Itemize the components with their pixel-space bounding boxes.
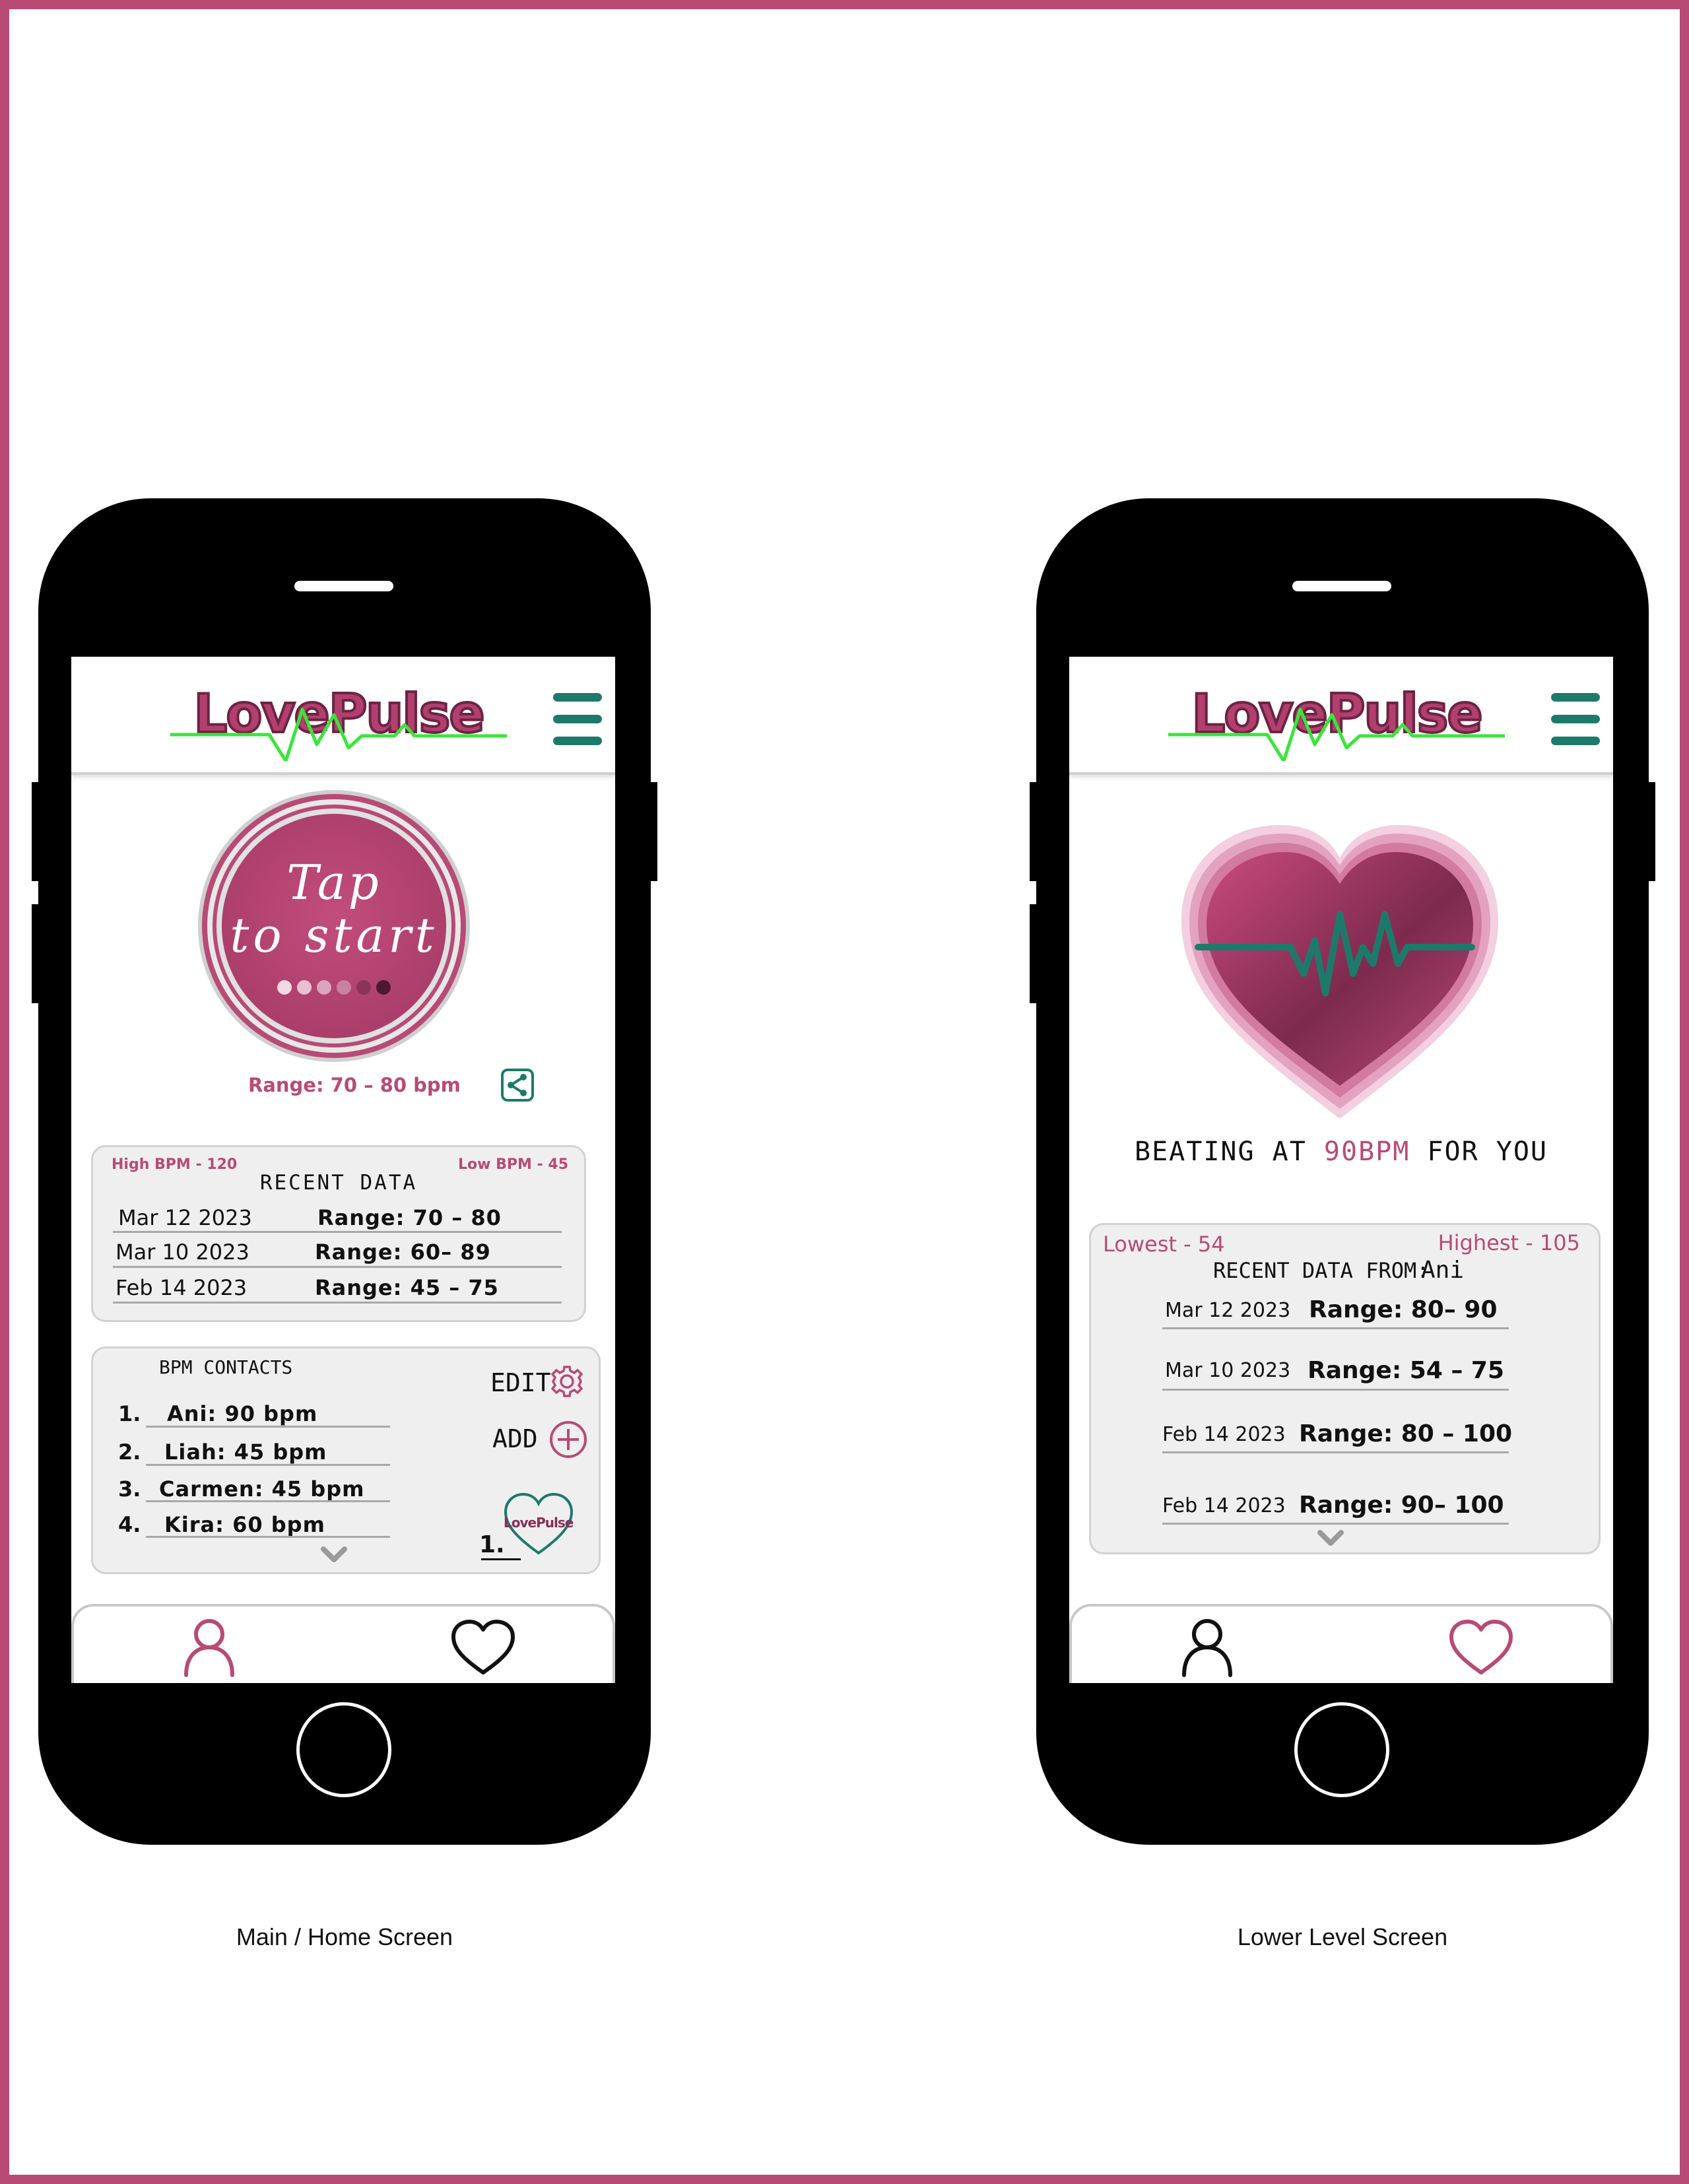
badge-logo-text: LovePulse [504, 1515, 574, 1531]
recent-row-range: Range: 80 – 100 [1299, 1420, 1513, 1447]
pulse-line-icon [1168, 708, 1505, 761]
recent-data-panel: High BPM - 120 Low BPM - 45 RECENT DATA … [91, 1145, 586, 1322]
edit-label[interactable]: EDIT [490, 1368, 551, 1397]
heartbeat-heart-icon [1181, 825, 1498, 1119]
row-divider [146, 1426, 390, 1428]
beating-prefix: BEATING AT [1135, 1137, 1324, 1167]
row-divider [1162, 1451, 1509, 1453]
bottom-nav [1069, 1604, 1613, 1683]
phone-speaker [1292, 581, 1391, 591]
bpm-contacts-panel: BPM CONTACTS 1. Ani: 90 bpm 2. Liah: 45 … [91, 1346, 601, 1574]
row-divider [1162, 1523, 1509, 1525]
row-divider [113, 1302, 562, 1304]
recent-row-range: Range: 54 – 75 [1308, 1357, 1505, 1384]
contact-number: 1. [118, 1401, 141, 1426]
heart-icon[interactable] [1448, 1618, 1514, 1678]
phone-volume-up [1030, 782, 1036, 881]
chevron-down-icon[interactable] [320, 1545, 348, 1565]
phone-volume-down [1030, 904, 1036, 1003]
add-label[interactable]: ADD [492, 1424, 538, 1453]
profile-icon[interactable] [1177, 1616, 1237, 1678]
phone-volume-up [32, 782, 38, 881]
hamburger-menu-icon[interactable] [553, 693, 602, 746]
recent-row-date: Mar 10 2023 [116, 1240, 249, 1265]
gear-icon[interactable] [548, 1363, 585, 1400]
badge-underline [481, 1558, 521, 1560]
row-divider [146, 1464, 390, 1466]
lowest-label: Lowest - 54 [1103, 1232, 1225, 1257]
phone-home-button[interactable] [1294, 1702, 1389, 1797]
phone-volume-down [32, 904, 38, 1003]
share-icon[interactable] [500, 1068, 535, 1102]
profile-icon[interactable] [180, 1616, 239, 1678]
tap-label-line1: Tap [286, 855, 381, 910]
recent-row-date: Feb 14 2023 [1162, 1423, 1286, 1446]
highest-label: Highest - 105 [1438, 1230, 1580, 1255]
recent-row-range: Range: 70 – 80 [317, 1205, 502, 1230]
recent-row-date: Mar 12 2023 [118, 1205, 252, 1230]
app-logo[interactable]: LovePulse [1168, 675, 1505, 761]
contact-item[interactable]: Liah: 45 bpm [164, 1439, 327, 1465]
recent-data-panel: Lowest - 54 Highest - 105 RECENT DATA FR… [1089, 1223, 1601, 1554]
recent-data-title: RECENT DATA [259, 1171, 418, 1195]
home-screen: LovePulse Tap to start Range: 70 – 80 bp… [71, 657, 615, 1683]
range-label: Range: 70 – 80 bpm [248, 1074, 461, 1096]
recent-row-date: Mar 12 2023 [1165, 1299, 1291, 1322]
row-divider [1162, 1327, 1509, 1329]
recent-row-range: Range: 80– 90 [1309, 1296, 1498, 1323]
phone-detail: LovePulse BEATING AT 90BPM FOR YOU Lowes… [1030, 498, 1655, 1845]
phone-home: LovePulse Tap to start Range: 70 – 80 bp… [32, 498, 657, 1845]
recent-data-from-title: RECENT DATA FROM: [1213, 1258, 1430, 1283]
chevron-down-icon[interactable] [1317, 1529, 1344, 1548]
caption-home: Main / Home Screen [236, 1923, 453, 1950]
caption-detail: Lower Level Screen [1237, 1923, 1448, 1950]
contact-number: 2. [118, 1439, 141, 1465]
detail-screen: LovePulse BEATING AT 90BPM FOR YOU Lowes… [1069, 657, 1613, 1683]
contact-item[interactable]: Kira: 60 bpm [164, 1512, 325, 1537]
beating-suffix: FOR YOU [1410, 1137, 1548, 1167]
contact-number: 3. [118, 1476, 141, 1502]
recent-data-contact-name: Ani [1421, 1257, 1465, 1284]
loading-dots [277, 980, 391, 995]
phone-speaker [294, 581, 393, 591]
recent-row-range: Range: 60– 89 [315, 1240, 491, 1265]
contact-item[interactable]: Ani: 90 bpm [167, 1401, 317, 1426]
contact-number: 4. [118, 1512, 141, 1537]
row-divider [113, 1231, 562, 1233]
row-divider [1162, 1389, 1509, 1391]
row-divider [113, 1266, 562, 1268]
beating-bpm-value: 90BPM [1323, 1137, 1410, 1167]
contact-item[interactable]: Carmen: 45 bpm [159, 1476, 364, 1502]
recent-row-date: Mar 10 2023 [1165, 1359, 1291, 1382]
add-circle-icon[interactable] [548, 1420, 588, 1459]
pulse-line-icon [170, 708, 507, 761]
tap-label-line2: to start [230, 908, 438, 963]
contacts-title: BPM CONTACTS [159, 1356, 293, 1378]
recent-row-date: Feb 14 2023 [116, 1275, 248, 1300]
recent-row-range: Range: 90– 100 [1299, 1492, 1504, 1519]
phone-power-button [651, 782, 657, 881]
heart-icon[interactable] [450, 1618, 516, 1678]
bottom-nav [71, 1604, 615, 1683]
phone-power-button [1649, 782, 1655, 881]
phone-home-button[interactable] [296, 1702, 391, 1797]
beating-status: BEATING AT 90BPM FOR YOU [1069, 1137, 1613, 1167]
app-logo[interactable]: LovePulse [170, 675, 507, 761]
app-header: LovePulse [1069, 657, 1613, 775]
hamburger-menu-icon[interactable] [1551, 693, 1600, 746]
badge-number: 1. [479, 1531, 505, 1558]
recent-row-date: Feb 14 2023 [1162, 1494, 1286, 1517]
recent-row-range: Range: 45 – 75 [315, 1275, 499, 1300]
row-divider [146, 1536, 390, 1538]
app-header: LovePulse [71, 657, 615, 775]
row-divider [146, 1500, 390, 1502]
